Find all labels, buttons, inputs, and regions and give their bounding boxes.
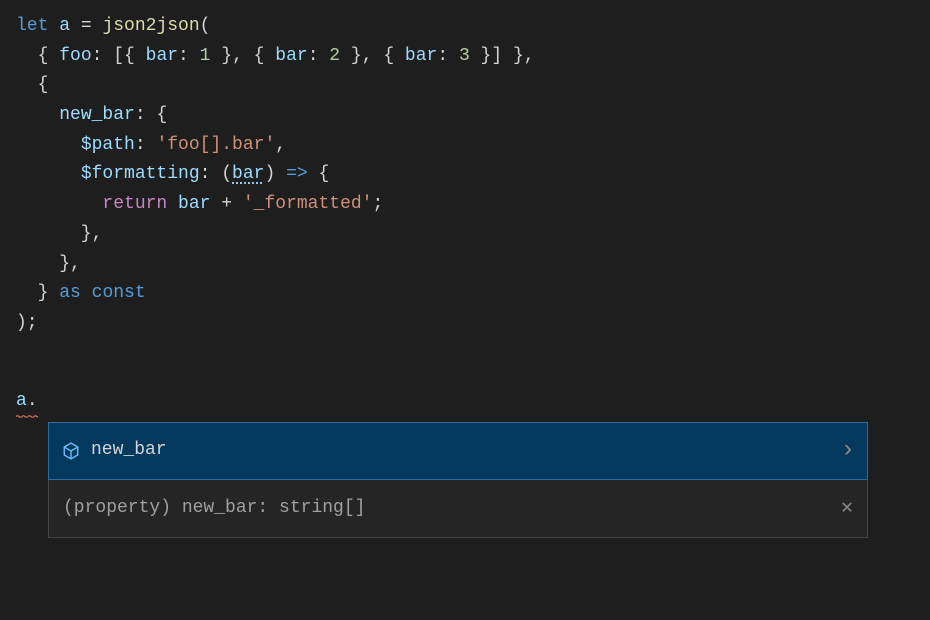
code-line: }, <box>16 220 914 250</box>
property-icon <box>61 441 81 461</box>
chevron-right-icon[interactable]: › <box>841 431 855 471</box>
code-line: } as const <box>16 279 914 309</box>
suggestion-item[interactable]: new_bar › <box>48 422 868 480</box>
code-line: $formatting: (bar) => { <box>16 160 914 190</box>
suggestion-label: new_bar <box>91 436 841 466</box>
code-line: $path: 'foo[].bar', <box>16 131 914 161</box>
code-line: a. <box>16 387 914 417</box>
code-line: { <box>16 71 914 101</box>
code-line: new_bar: { <box>16 101 914 131</box>
code-line: }, <box>16 250 914 280</box>
suggestion-detail-text: (property) new_bar: string[] <box>63 494 841 524</box>
code-line: return bar + '_formatted'; <box>16 190 914 220</box>
suggestion-detail: (property) new_bar: string[] ✕ <box>48 480 868 538</box>
intellisense-popup: new_bar › (property) new_bar: string[] ✕ <box>48 422 868 538</box>
code-line: ); <box>16 309 914 339</box>
code-editor[interactable]: let a = json2json( { foo: [{ bar: 1 }, {… <box>16 12 914 538</box>
code-line: { foo: [{ bar: 1 }, { bar: 2 }, { bar: 3… <box>16 42 914 72</box>
code-line: let a = json2json( <box>16 12 914 42</box>
close-icon[interactable]: ✕ <box>841 492 853 525</box>
blank-line <box>16 339 914 369</box>
